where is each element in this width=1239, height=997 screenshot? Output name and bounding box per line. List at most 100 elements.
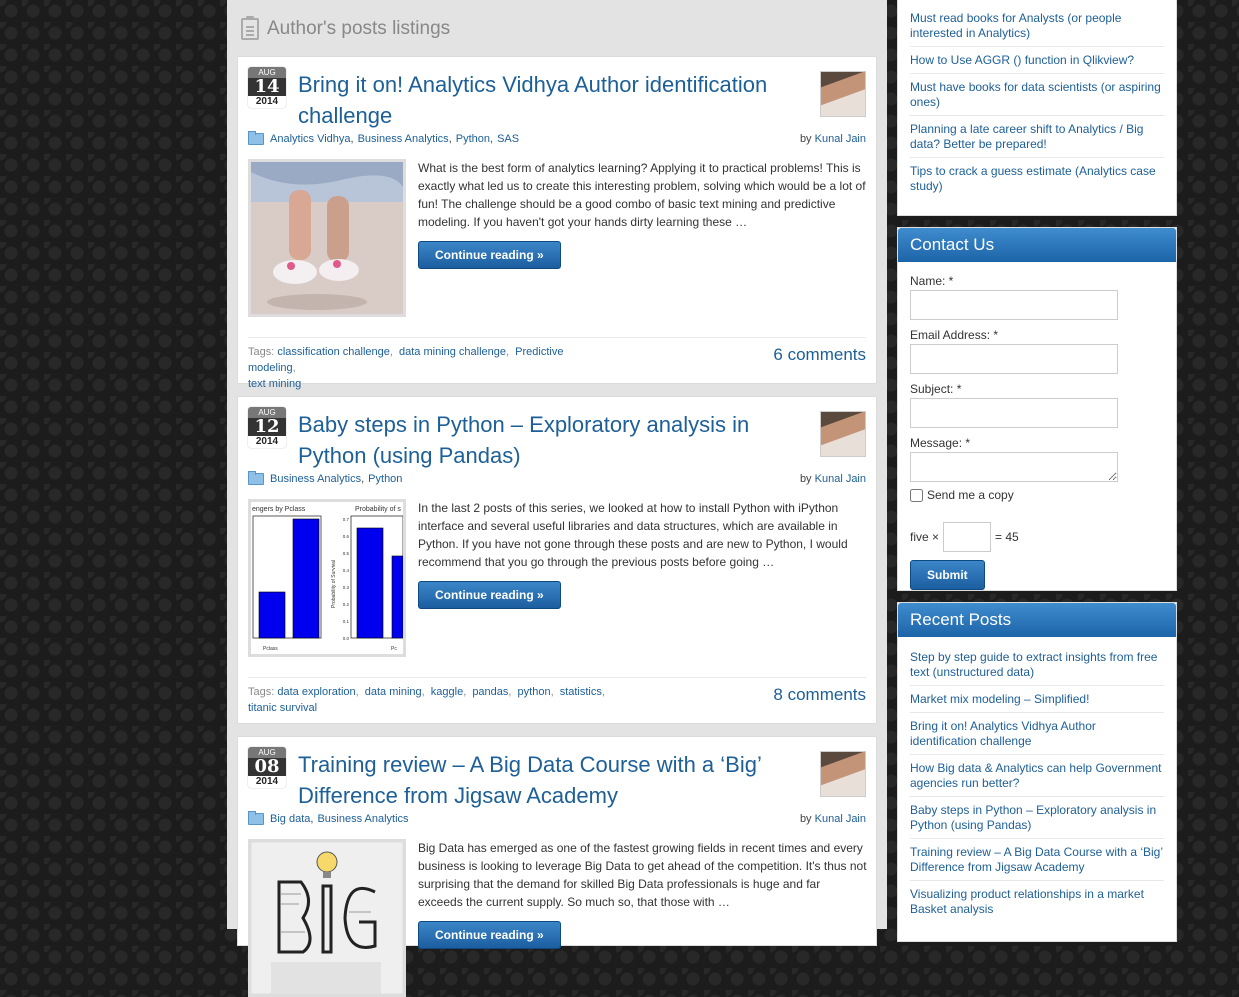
folder-icon [248, 811, 264, 825]
name-field[interactable] [910, 290, 1118, 320]
post-thumbnail[interactable] [248, 839, 406, 997]
author-link[interactable]: Kunal Jain [815, 473, 866, 485]
tag-link[interactable]: kaggle [431, 686, 463, 698]
message-label: Message: * [910, 436, 971, 450]
captcha-row: five × = 45 [910, 522, 1164, 552]
author-avatar [820, 751, 866, 797]
post-byline: by Kunal Jain [799, 133, 866, 145]
category-link[interactable]: Python [368, 473, 402, 485]
thumb-chart-title: Probability of s [355, 506, 401, 513]
post-thumbnail[interactable] [248, 159, 406, 317]
folder-icon [248, 471, 264, 485]
post-card: AUG 08 2014 Training review – A Big Data… [237, 736, 877, 997]
subject-field[interactable] [910, 398, 1118, 428]
post-excerpt: In the last 2 posts of this series, we l… [418, 501, 848, 569]
submit-button[interactable]: Submit [910, 560, 985, 590]
post-title[interactable]: Training review – A Big Data Course with… [298, 749, 798, 811]
thumb-bar [258, 591, 286, 639]
recent-posts-list: Step by step guide to extract insights f… [898, 637, 1176, 922]
svg-text:0.3: 0.3 [343, 585, 350, 590]
popular-posts-widget: Must read books for Analysts (or people … [897, 0, 1177, 216]
post-footer: Tags: data exploration, data mining, kag… [248, 677, 866, 716]
thumb-bar [292, 518, 320, 639]
tag-link[interactable]: statistics [560, 686, 602, 698]
main-content: Author's posts listings AUG 14 2014 Brin… [227, 0, 887, 997]
folder-icon [248, 131, 264, 145]
tag-link[interactable]: data mining challenge [399, 346, 506, 358]
thumb-axis-label: Probability of Survival [331, 560, 337, 608]
list-item: How to Use AGGR () function in Qlikview? [910, 47, 1164, 74]
post-categories: Business Analytics, Python [248, 471, 402, 485]
widget-title: Recent Posts [898, 603, 1176, 637]
tag-link[interactable]: pandas [472, 686, 508, 698]
popular-posts-list: Must read books for Analysts (or people … [898, 0, 1176, 199]
post-footer: Tags: classification challenge, data min… [248, 337, 866, 392]
tag-link[interactable]: data mining [365, 686, 422, 698]
email-field[interactable] [910, 344, 1118, 374]
comments-link[interactable]: 8 comments [773, 685, 866, 705]
date-badge: AUG 14 2014 [248, 67, 286, 108]
post-categories: Big data, Business Analytics [248, 811, 409, 825]
post-byline: by Kunal Jain [799, 813, 866, 825]
svg-text:0.1: 0.1 [343, 619, 350, 624]
category-link[interactable]: SAS [497, 133, 519, 145]
category-link[interactable]: Analytics Vidhya [270, 133, 351, 145]
continue-reading-button[interactable]: Continue reading » [418, 241, 561, 269]
email-label: Email Address: * [910, 328, 999, 342]
contact-form: Name: * Email Address: * Subject: * Mess… [898, 262, 1176, 590]
author-link[interactable]: Kunal Jain [815, 813, 866, 825]
post-card: AUG 12 2014 Baby steps in Python – Explo… [237, 396, 877, 724]
post-excerpt: Big Data has emerged as one of the faste… [418, 841, 867, 909]
recent-posts-widget: Recent Posts Step by step guide to extra… [897, 602, 1177, 942]
svg-text:0.0: 0.0 [343, 636, 350, 641]
thumb-chart-title: engers by Pclass [252, 506, 306, 513]
page-title: Author's posts listings [267, 18, 451, 39]
date-badge: AUG 08 2014 [248, 747, 286, 788]
post-tags: Tags: data exploration, data mining, kag… [248, 686, 605, 714]
contact-widget: Contact Us Name: * Email Address: * Subj… [897, 227, 1177, 591]
comments-link[interactable]: 6 comments [773, 345, 866, 365]
continue-reading-button[interactable]: Continue reading » [418, 921, 561, 949]
list-item: Training review – A Big Data Course with… [910, 839, 1164, 881]
thumb-bar [356, 527, 384, 639]
post-byline: by Kunal Jain [799, 473, 866, 485]
send-copy-label: Send me a copy [927, 488, 1014, 502]
thumb-bar [391, 555, 403, 639]
clipboard-icon [241, 16, 259, 40]
tag-link[interactable]: python [518, 686, 551, 698]
send-copy-row: Send me a copy [910, 488, 1164, 502]
list-item: Baby steps in Python – Exploratory analy… [910, 797, 1164, 839]
category-link[interactable]: Business Analytics [270, 473, 361, 485]
continue-reading-button[interactable]: Continue reading » [418, 581, 561, 609]
category-link[interactable]: Big data [270, 813, 310, 825]
thumb-axis-label: Pc [391, 646, 397, 652]
tag-link[interactable]: titanic survival [248, 702, 317, 714]
post-categories: Analytics Vidhya, Business Analytics, Py… [248, 131, 519, 145]
category-link[interactable]: Business Analytics [358, 133, 449, 145]
svg-text:0.5: 0.5 [343, 551, 350, 556]
author-link[interactable]: Kunal Jain [815, 133, 866, 145]
author-avatar [820, 411, 866, 457]
category-link[interactable]: Business Analytics [317, 813, 408, 825]
message-field[interactable] [910, 452, 1118, 482]
send-copy-checkbox[interactable] [910, 488, 923, 502]
tag-link[interactable]: data exploration [277, 686, 355, 698]
list-item: Must read books for Analysts (or people … [910, 5, 1164, 47]
date-badge: AUG 12 2014 [248, 407, 286, 448]
captcha-input[interactable] [943, 522, 992, 552]
category-link[interactable]: Python [456, 133, 490, 145]
list-item: Tips to crack a guess estimate (Analytic… [910, 164, 1156, 193]
post-excerpt: What is the best form of analytics learn… [418, 161, 866, 229]
big-data-sketch-image [251, 842, 403, 994]
list-item: How Big data & Analytics can help Govern… [910, 755, 1164, 797]
post-title[interactable]: Baby steps in Python – Exploratory analy… [298, 409, 798, 471]
widget-title: Contact Us [898, 228, 1176, 262]
svg-text:0.7: 0.7 [343, 517, 350, 522]
post-thumbnail[interactable]: engers by Pclass Probability of s Pclass… [248, 499, 406, 657]
post-title[interactable]: Bring it on! Analytics Vidhya Author ide… [298, 69, 798, 131]
list-item: Step by step guide to extract insights f… [910, 644, 1164, 686]
name-label: Name: * [910, 274, 954, 288]
tag-link[interactable]: text mining [248, 378, 301, 390]
tag-link[interactable]: classification challenge [277, 346, 390, 358]
post-tags: Tags: classification challenge, data min… [248, 346, 564, 390]
